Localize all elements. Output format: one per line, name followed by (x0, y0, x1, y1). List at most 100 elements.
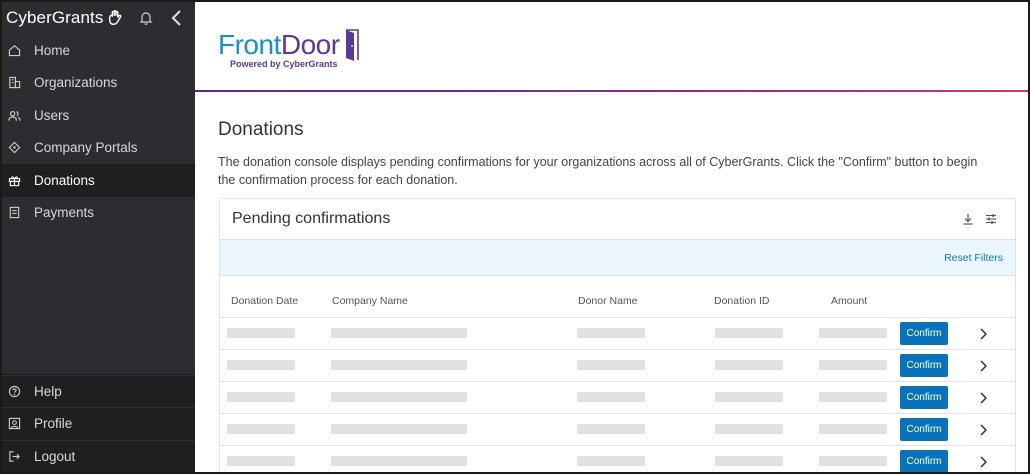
sidebar-item-label: Home (34, 42, 71, 58)
confirm-button[interactable]: Confirm (900, 418, 948, 441)
logo-tagline: Powered by CyberGrants (230, 59, 338, 69)
sidebar-item-label: Help (34, 383, 62, 399)
diamond-icon (8, 141, 21, 154)
table-row[interactable]: Confirm (220, 414, 1015, 446)
loading-placeholder (227, 392, 295, 402)
table-header: Donation Date Company Name Donor Name Do… (220, 276, 1015, 318)
filter-settings-icon[interactable] (985, 213, 997, 225)
column-header-amount[interactable]: Amount (831, 295, 867, 307)
sidebar-item-label: Payments (34, 205, 95, 221)
home-icon (8, 44, 21, 56)
brand-name: CyberGrants (6, 8, 104, 27)
reset-filters-link[interactable]: Reset Filters (944, 252, 1003, 264)
loading-placeholder (577, 392, 645, 402)
loading-placeholder (331, 424, 467, 434)
frontdoor-logo[interactable]: FrontDoor Powered by CyberGrants (218, 29, 362, 69)
brand[interactable]: CyberGrants (6, 8, 124, 28)
loading-placeholder (227, 328, 295, 338)
loading-placeholder (715, 360, 783, 370)
column-header-company-name[interactable]: Company Name (332, 295, 408, 307)
main-content: FrontDoor Powered by CyberGrants Donatio… (195, 2, 1028, 472)
column-header-donation-id[interactable]: Donation ID (714, 295, 769, 307)
loading-placeholder (331, 360, 467, 370)
logout-icon (9, 451, 20, 462)
sidebar-item-label: Users (34, 107, 70, 123)
loading-placeholder (715, 328, 783, 338)
sidebar-item-donations[interactable]: Donations (2, 164, 195, 197)
loading-placeholder (331, 392, 467, 402)
sidebar-item-organizations[interactable]: Organizations (2, 67, 195, 100)
sidebar-item-label: Donations (34, 172, 95, 188)
confirm-button[interactable]: Confirm (900, 354, 948, 377)
page-content: Donations The donation console displays … (195, 119, 1028, 189)
sidebar-item-label: Profile (34, 416, 73, 432)
sidebar-item-company-portals[interactable]: Company Portals (2, 132, 195, 165)
gift-icon (8, 176, 21, 186)
chevron-right-icon[interactable] (978, 424, 988, 436)
table-row[interactable]: Confirm (220, 382, 1015, 414)
app-window: CyberGrants Home Organizations Users Com… (0, 0, 1030, 474)
sidebar-nav: Home Organizations Users Company Portals… (2, 34, 195, 229)
loading-placeholder (819, 360, 887, 370)
help-icon (8, 385, 21, 397)
sidebar: CyberGrants Home Organizations Users Com… (2, 2, 195, 472)
table-row[interactable]: Confirm (220, 446, 1015, 472)
chevron-left-icon[interactable] (170, 9, 184, 27)
chevron-right-icon[interactable] (978, 392, 988, 404)
logo-wordmark: FrontDoor (218, 30, 340, 60)
logo-front: Front (218, 29, 281, 60)
profile-icon (8, 418, 21, 430)
loading-placeholder (577, 328, 645, 338)
sidebar-item-users[interactable]: Users (2, 99, 195, 132)
loading-placeholder (819, 328, 887, 338)
loading-placeholder (577, 360, 645, 370)
sidebar-item-profile[interactable]: Profile (2, 407, 195, 440)
loading-placeholder (819, 424, 887, 434)
sidebar-item-label: Organizations (34, 75, 118, 91)
card-header: Pending confirmations (220, 199, 1015, 239)
confirm-button[interactable]: Confirm (900, 322, 948, 345)
loading-placeholder (715, 392, 783, 402)
receipt-icon (9, 207, 20, 219)
sidebar-item-home[interactable]: Home (2, 34, 195, 67)
chevron-right-icon[interactable] (978, 456, 988, 468)
confirm-button[interactable]: Confirm (900, 450, 948, 472)
sidebar-header: CyberGrants (2, 2, 195, 34)
loading-placeholder (577, 424, 645, 434)
sidebar-item-label: Company Portals (34, 140, 138, 156)
loading-placeholder (227, 424, 295, 434)
chevron-right-icon[interactable] (978, 328, 988, 340)
pending-confirmations-card: Pending confirmations Reset Filters Dona… (219, 198, 1016, 472)
hand-icon (109, 9, 122, 26)
loading-placeholder (715, 456, 783, 466)
logo-door: Door (280, 29, 340, 60)
download-icon[interactable] (962, 213, 974, 225)
loading-placeholder (331, 328, 467, 338)
card-title: Pending confirmations (232, 210, 391, 227)
loading-placeholder (331, 456, 467, 466)
loading-placeholder (715, 424, 783, 434)
table-row[interactable]: Confirm (220, 318, 1015, 350)
sidebar-item-help[interactable]: Help (2, 374, 195, 408)
sidebar-bottom-nav: Help Profile Logout (2, 373, 195, 473)
sidebar-item-logout[interactable]: Logout (2, 439, 195, 473)
loading-placeholder (227, 456, 295, 466)
table-body: Confirm Confirm Confirm Confirm Confirm (220, 318, 1015, 472)
filter-bar: Reset Filters (220, 239, 1015, 276)
users-icon (8, 110, 21, 121)
loading-placeholder (577, 456, 645, 466)
column-header-donation-date[interactable]: Donation Date (231, 295, 298, 307)
column-header-donor-name[interactable]: Donor Name (578, 295, 638, 307)
page-title: Donations (218, 119, 304, 140)
loading-placeholder (819, 456, 887, 466)
building-icon (9, 77, 21, 89)
chevron-right-icon[interactable] (978, 360, 988, 372)
top-bar: FrontDoor Powered by CyberGrants (195, 2, 1028, 94)
loading-placeholder (227, 360, 295, 370)
sidebar-item-payments[interactable]: Payments (2, 197, 195, 230)
sidebar-item-label: Logout (34, 448, 76, 464)
door-icon (345, 29, 359, 61)
bell-icon[interactable] (138, 10, 154, 26)
confirm-button[interactable]: Confirm (900, 386, 948, 409)
table-row[interactable]: Confirm (220, 350, 1015, 382)
